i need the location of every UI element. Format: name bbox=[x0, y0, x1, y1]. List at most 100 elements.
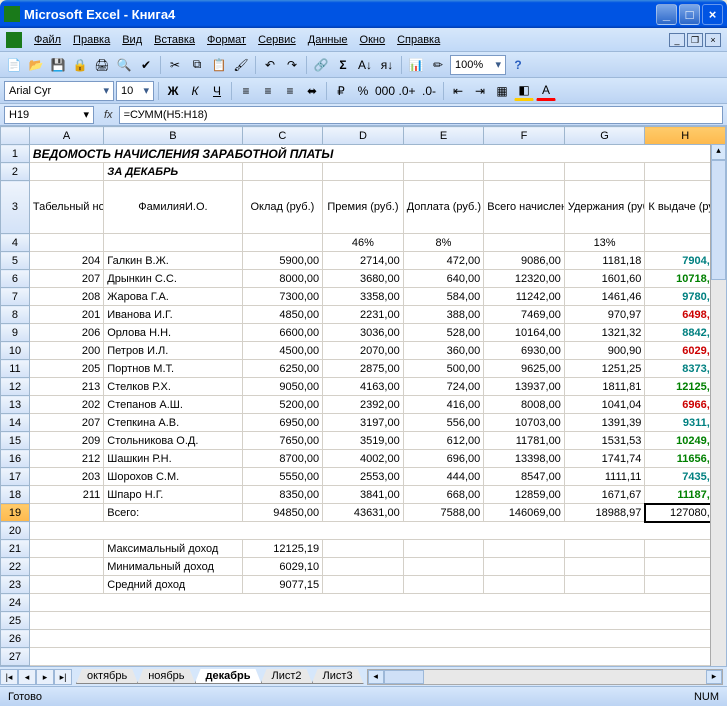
table-cell[interactable]: Стелков Р.Х. bbox=[104, 378, 242, 396]
row-header[interactable]: 19 bbox=[1, 504, 30, 522]
menu-format[interactable]: Формат bbox=[201, 32, 252, 48]
table-cell[interactable]: 612,00 bbox=[403, 432, 484, 450]
align-right-icon[interactable]: ≡ bbox=[280, 81, 300, 101]
sheet-tab[interactable]: Лист3 bbox=[312, 669, 364, 684]
currency-icon[interactable]: ₽ bbox=[331, 81, 351, 101]
table-cell[interactable]: Шпаро Н.Г. bbox=[104, 486, 242, 504]
percent-cell[interactable]: 13% bbox=[564, 234, 645, 252]
drawing-icon[interactable]: ✏ bbox=[428, 55, 448, 75]
table-cell[interactable]: 7469,00 bbox=[484, 306, 565, 324]
col-header[interactable]: A bbox=[29, 127, 103, 145]
row-header[interactable]: 11 bbox=[1, 360, 30, 378]
chart-icon[interactable]: 📊 bbox=[406, 55, 426, 75]
table-cell[interactable]: Галкин В.Ж. bbox=[104, 252, 242, 270]
table-cell[interactable]: 360,00 bbox=[403, 342, 484, 360]
permission-icon[interactable]: 🔒 bbox=[70, 55, 90, 75]
total-label[interactable]: Всего: bbox=[104, 504, 242, 522]
doc-close-button[interactable]: × bbox=[705, 33, 721, 47]
table-cell[interactable]: 584,00 bbox=[403, 288, 484, 306]
row-header[interactable]: 9 bbox=[1, 324, 30, 342]
table-cell[interactable]: 8008,00 bbox=[484, 396, 565, 414]
table-cell[interactable]: 1671,67 bbox=[564, 486, 645, 504]
comma-icon[interactable]: 000 bbox=[375, 81, 395, 101]
table-cell[interactable]: 1321,32 bbox=[564, 324, 645, 342]
row-header[interactable]: 2 bbox=[1, 163, 30, 181]
table-cell[interactable]: 4002,00 bbox=[323, 450, 404, 468]
row-header[interactable]: 5 bbox=[1, 252, 30, 270]
font-size-select[interactable]: 10▾ bbox=[116, 81, 154, 101]
tab-prev-icon[interactable]: ◂ bbox=[18, 669, 36, 685]
row-header[interactable]: 25 bbox=[1, 612, 30, 630]
sheet-tab[interactable]: Лист2 bbox=[261, 669, 313, 684]
table-cell[interactable]: 2070,00 bbox=[323, 342, 404, 360]
table-cell[interactable]: 1741,74 bbox=[564, 450, 645, 468]
tab-first-icon[interactable]: |◂ bbox=[0, 669, 18, 685]
table-cell[interactable]: Портнов М.Т. bbox=[104, 360, 242, 378]
column-headers[interactable]: A B C D E F G H bbox=[1, 127, 726, 145]
row-header[interactable]: 1 bbox=[1, 145, 30, 163]
table-cell[interactable]: Петров И.Л. bbox=[104, 342, 242, 360]
row-header[interactable]: 22 bbox=[1, 558, 30, 576]
minimize-button[interactable]: _ bbox=[656, 4, 677, 25]
table-cell[interactable]: 4500,00 bbox=[242, 342, 323, 360]
row-header[interactable]: 7 bbox=[1, 288, 30, 306]
table-header[interactable]: Оклад (руб.) bbox=[242, 181, 323, 234]
table-cell[interactable]: 3519,00 bbox=[323, 432, 404, 450]
menu-data[interactable]: Данные bbox=[302, 32, 354, 48]
sort-desc-icon[interactable]: я↓ bbox=[377, 55, 397, 75]
table-cell[interactable]: 6950,00 bbox=[242, 414, 323, 432]
fill-color-icon[interactable]: ◧ bbox=[514, 81, 534, 101]
menu-file[interactable]: Файл bbox=[28, 32, 67, 48]
row-header[interactable]: 24 bbox=[1, 594, 30, 612]
table-cell[interactable]: 212 bbox=[29, 450, 103, 468]
menu-view[interactable]: Вид bbox=[116, 32, 148, 48]
table-cell[interactable]: 2714,00 bbox=[323, 252, 404, 270]
sheet-tab[interactable]: октябрь bbox=[76, 669, 138, 684]
table-header[interactable]: Табельный номер bbox=[29, 181, 103, 234]
scroll-thumb[interactable] bbox=[711, 160, 726, 280]
table-cell[interactable]: 209 bbox=[29, 432, 103, 450]
table-cell[interactable]: 444,00 bbox=[403, 468, 484, 486]
table-cell[interactable]: 3358,00 bbox=[323, 288, 404, 306]
table-cell[interactable]: 500,00 bbox=[403, 360, 484, 378]
table-cell[interactable]: 388,00 bbox=[403, 306, 484, 324]
row-header[interactable]: 20 bbox=[1, 522, 30, 540]
table-cell[interactable]: 201 bbox=[29, 306, 103, 324]
name-box[interactable]: H19▾ bbox=[4, 106, 94, 124]
bold-icon[interactable]: Ж bbox=[163, 81, 183, 101]
table-cell[interactable]: 2553,00 bbox=[323, 468, 404, 486]
total-cell[interactable]: 18988,97 bbox=[564, 504, 645, 522]
spellcheck-icon[interactable]: ✔ bbox=[136, 55, 156, 75]
table-cell[interactable]: Степкина А.В. bbox=[104, 414, 242, 432]
autosum-icon[interactable]: Σ bbox=[333, 55, 353, 75]
table-cell[interactable]: 10164,00 bbox=[484, 324, 565, 342]
scroll-thumb[interactable] bbox=[384, 670, 424, 684]
table-cell[interactable]: 9625,00 bbox=[484, 360, 565, 378]
menu-window[interactable]: Окно bbox=[354, 32, 392, 48]
align-left-icon[interactable]: ≡ bbox=[236, 81, 256, 101]
table-header[interactable]: Премия (руб.) bbox=[323, 181, 404, 234]
table-cell[interactable]: 8000,00 bbox=[242, 270, 323, 288]
table-cell[interactable]: 472,00 bbox=[403, 252, 484, 270]
total-cell[interactable]: 43631,00 bbox=[323, 504, 404, 522]
table-cell[interactable]: 1461,46 bbox=[564, 288, 645, 306]
table-header[interactable]: Доплата (руб.) bbox=[403, 181, 484, 234]
table-cell[interactable]: 7650,00 bbox=[242, 432, 323, 450]
table-cell[interactable]: 3197,00 bbox=[323, 414, 404, 432]
table-cell[interactable]: 5550,00 bbox=[242, 468, 323, 486]
col-header[interactable]: E bbox=[403, 127, 484, 145]
menu-edit[interactable]: Правка bbox=[67, 32, 116, 48]
table-cell[interactable]: Иванова И.Г. bbox=[104, 306, 242, 324]
row-header[interactable]: 6 bbox=[1, 270, 30, 288]
help-icon[interactable]: ? bbox=[508, 55, 528, 75]
table-cell[interactable]: 204 bbox=[29, 252, 103, 270]
print-icon[interactable]: 🖨 bbox=[92, 55, 112, 75]
save-icon[interactable]: 💾 bbox=[48, 55, 68, 75]
total-cell[interactable]: 7588,00 bbox=[403, 504, 484, 522]
increase-decimal-icon[interactable]: .0+ bbox=[397, 81, 417, 101]
table-cell[interactable]: 213 bbox=[29, 378, 103, 396]
row-header[interactable]: 3 bbox=[1, 181, 30, 234]
row-header[interactable]: 23 bbox=[1, 576, 30, 594]
doc-minimize-button[interactable]: _ bbox=[669, 33, 685, 47]
row-header[interactable]: 4 bbox=[1, 234, 30, 252]
